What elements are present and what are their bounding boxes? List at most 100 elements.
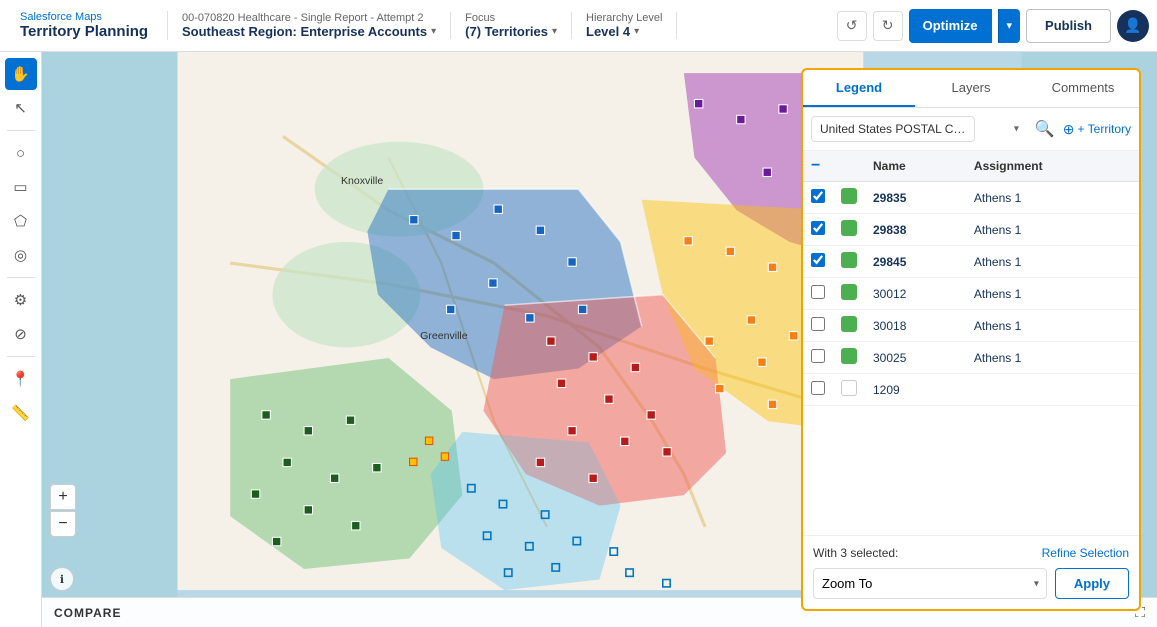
- row-checkbox-cell: [803, 278, 833, 310]
- toolbar-divider-2: [7, 277, 35, 278]
- toolbar-divider-3: [7, 356, 35, 357]
- rectangle-tool-button[interactable]: ▭: [5, 171, 37, 203]
- color-swatch: [841, 220, 857, 236]
- row-color-cell: [833, 310, 865, 342]
- table-row: 30012Athens 1: [803, 278, 1139, 310]
- row-checkbox[interactable]: [811, 349, 825, 363]
- pin-tool-button[interactable]: 📍: [5, 363, 37, 395]
- color-swatch: [841, 316, 857, 332]
- legend-dropdown-wrap: United States POSTAL C…: [811, 116, 1027, 142]
- svg-text:Greenville: Greenville: [420, 330, 468, 342]
- row-name-cell: 1209: [865, 374, 966, 406]
- map-area[interactable]: Knoxville Greenville 50 mi + − ℹ COMPARE…: [42, 52, 1157, 627]
- compare-label: COMPARE: [54, 606, 121, 620]
- legend-toolbar: United States POSTAL C… 🔍 ⊕ + Territory: [803, 108, 1139, 151]
- row-name-cell: 29838: [865, 214, 966, 246]
- optimize-dropdown-button[interactable]: ▾: [998, 9, 1021, 43]
- row-checkbox[interactable]: [811, 381, 825, 395]
- legend-search-button[interactable]: 🔍: [1033, 117, 1057, 141]
- select-tool-button[interactable]: ↖: [5, 92, 37, 124]
- table-header-row: − Name Assignment: [803, 151, 1139, 182]
- row-checkbox-cell: [803, 342, 833, 374]
- ban-tool-button[interactable]: ⊘: [5, 318, 37, 350]
- table-row: 1209: [803, 374, 1139, 406]
- action-dropdown[interactable]: Zoom To: [813, 568, 1047, 599]
- refine-selection-link[interactable]: Refine Selection: [1042, 546, 1129, 560]
- row-color-cell: [833, 246, 865, 278]
- color-swatch: [841, 252, 857, 268]
- row-assignment-cell: Athens 1: [966, 246, 1139, 278]
- row-name-cell: 30018: [865, 310, 966, 342]
- publish-button[interactable]: Publish: [1026, 9, 1111, 43]
- ruler-tool-button[interactable]: 📏: [5, 397, 37, 429]
- undo-button[interactable]: ↺: [837, 11, 867, 41]
- row-checkbox-cell: [803, 214, 833, 246]
- lasso-tool-button[interactable]: ○: [5, 137, 37, 169]
- focus-row: (7) Territories ▾: [465, 24, 557, 39]
- row-name-cell: 30012: [865, 278, 966, 310]
- zoom-out-button[interactable]: −: [50, 511, 76, 537]
- deselect-all-button[interactable]: −: [811, 158, 820, 174]
- report-chevron-icon: ▾: [431, 26, 436, 37]
- color-swatch: [841, 348, 857, 364]
- legend-selected-row: With 3 selected: Refine Selection: [813, 546, 1129, 560]
- row-color-cell: [833, 214, 865, 246]
- report-label: 00-070820 Healthcare - Single Report - A…: [182, 12, 436, 24]
- legend-panel: Legend Layers Comments United States POS…: [801, 68, 1141, 611]
- table-row: 29845Athens 1: [803, 246, 1139, 278]
- row-assignment-cell: Athens 1: [966, 342, 1139, 374]
- main-content: ✋ ↖ ○ ▭ ⬠ ◎ ⚙ ⊘ 📍 📏: [0, 52, 1157, 627]
- zoom-in-button[interactable]: +: [50, 484, 76, 510]
- col-color: [833, 151, 865, 182]
- hierarchy-segment[interactable]: Hierarchy Level Level 4 ▾: [572, 12, 677, 39]
- topbar-actions: ↺ ↻ Optimize ▾ Publish 👤: [837, 9, 1149, 43]
- legend-tabs: Legend Layers Comments: [803, 70, 1139, 108]
- optimize-button[interactable]: Optimize: [909, 9, 992, 43]
- add-icon: ⊕: [1063, 121, 1075, 138]
- polygon-tool-button[interactable]: ⬠: [5, 205, 37, 237]
- row-checkbox[interactable]: [811, 221, 825, 235]
- pan-tool-button[interactable]: ✋: [5, 58, 37, 90]
- row-checkbox[interactable]: [811, 317, 825, 331]
- row-color-cell: [833, 182, 865, 214]
- action-dropdown-wrap: Zoom To: [813, 568, 1047, 599]
- table-row: 30018Athens 1: [803, 310, 1139, 342]
- table-row: 29838Athens 1: [803, 214, 1139, 246]
- tab-layers[interactable]: Layers: [915, 70, 1027, 107]
- settings-tool-button[interactable]: ⚙: [5, 284, 37, 316]
- apply-button[interactable]: Apply: [1055, 568, 1129, 599]
- row-assignment-cell: [966, 374, 1139, 406]
- redo-button[interactable]: ↻: [873, 11, 903, 41]
- row-assignment-cell: Athens 1: [966, 310, 1139, 342]
- col-assignment: Assignment: [966, 151, 1139, 182]
- tab-legend[interactable]: Legend: [803, 70, 915, 107]
- region-value: Southeast Region: Enterprise Accounts: [182, 24, 427, 39]
- row-checkbox[interactable]: [811, 253, 825, 267]
- legend-footer: With 3 selected: Refine Selection Zoom T…: [803, 535, 1139, 609]
- tab-comments[interactable]: Comments: [1027, 70, 1139, 107]
- table-row: 30025Athens 1: [803, 342, 1139, 374]
- row-name-cell: 30025: [865, 342, 966, 374]
- row-name-cell: 29835: [865, 182, 966, 214]
- user-avatar-button[interactable]: 👤: [1117, 10, 1149, 42]
- legend-table: − Name Assignment 29835Athens 129838Athe…: [803, 151, 1139, 535]
- legend-dropdown[interactable]: United States POSTAL C…: [811, 116, 975, 142]
- hierarchy-row: Level 4 ▾: [586, 24, 662, 39]
- territory-draw-tool-button[interactable]: ◎: [5, 239, 37, 271]
- report-segment[interactable]: 00-070820 Healthcare - Single Report - A…: [168, 12, 451, 39]
- hierarchy-label: Hierarchy Level: [586, 12, 662, 24]
- row-color-cell: [833, 374, 865, 406]
- add-territory-label: + Territory: [1078, 122, 1131, 136]
- row-color-cell: [833, 342, 865, 374]
- focus-segment[interactable]: Focus (7) Territories ▾: [451, 12, 572, 39]
- focus-chevron-icon: ▾: [552, 26, 557, 37]
- topbar: Salesforce Maps Territory Planning 00-07…: [0, 0, 1157, 52]
- brand-title: Salesforce Maps: [20, 11, 155, 23]
- legend-add-territory-button[interactable]: ⊕ + Territory: [1063, 121, 1131, 138]
- focus-value: (7) Territories: [465, 24, 548, 39]
- row-checkbox[interactable]: [811, 189, 825, 203]
- brand-subtitle: Territory Planning: [20, 23, 155, 40]
- row-checkbox[interactable]: [811, 285, 825, 299]
- row-assignment-cell: Athens 1: [966, 214, 1139, 246]
- info-icon-button[interactable]: ℹ: [50, 567, 74, 591]
